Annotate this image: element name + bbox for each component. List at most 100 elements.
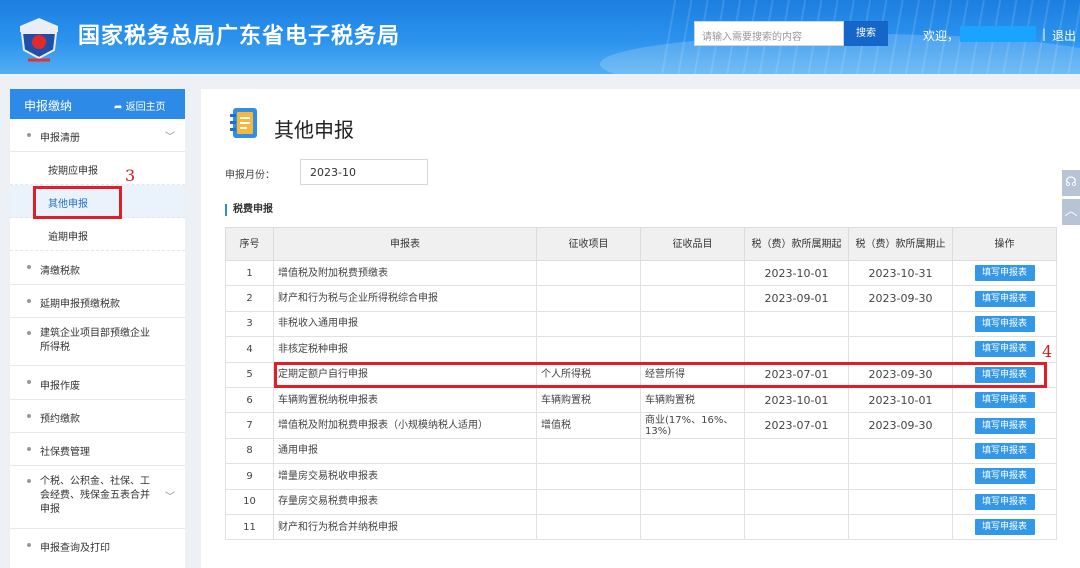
welcome-text: 欢迎， [923, 29, 960, 43]
period-start-cell [744, 513, 849, 541]
action-cell: 填写申报表 [952, 336, 1057, 363]
period-start-cell [744, 463, 849, 490]
column-header: 操作 [952, 227, 1057, 261]
form-name-cell: 通用申报 [273, 437, 537, 465]
sidebar-group-label: 申报作废 [40, 381, 80, 392]
fill-form-button[interactable]: 填写申报表 [974, 519, 1035, 536]
row-number-cell: 2 [225, 285, 274, 312]
period-end-cell [848, 437, 953, 465]
collection-category-cell [640, 437, 745, 465]
month-input[interactable]: 2023-10 [300, 159, 428, 185]
period-start-cell [744, 310, 849, 338]
table-row: 6 车辆购置税纳税申报表 车辆购置税 车辆购置税 2023-10-01 2023-10-0… [225, 386, 1057, 414]
sidebar-group-scheduled-payment[interactable]: 预约缴款 [10, 400, 185, 433]
back-to-top-icon[interactable]: ︿ [1062, 199, 1080, 225]
collection-item-cell [536, 336, 641, 363]
fill-form-button[interactable]: 填写申报表 [974, 341, 1035, 358]
page-title: 其他申报 [274, 118, 354, 142]
collection-item-cell [536, 310, 641, 338]
sidebar-group-label: 清缴税款 [40, 266, 80, 277]
sidebar-item-overdue[interactable]: 逾期申报 [10, 218, 185, 251]
sidebar-group-construction-prepay[interactable]: 建筑企业项目部预缴企业 所得税 [10, 318, 185, 366]
collection-item-cell [536, 488, 641, 515]
fill-form-button[interactable]: 填写申报表 [974, 417, 1035, 434]
action-cell: 填写申报表 [952, 386, 1057, 414]
collection-category-cell [640, 488, 745, 515]
collection-category-cell [640, 310, 745, 338]
bullet-dot-icon [27, 414, 31, 418]
sidebar-group-declaration-list[interactable]: 申报清册 ﹀ [10, 119, 185, 152]
fill-form-button[interactable]: 填写申报表 [974, 290, 1035, 307]
collection-category-cell [640, 259, 745, 287]
label-line: 建筑企业项目部预缴企业 [40, 328, 150, 339]
sidebar-group-label: 建筑企业项目部预缴企业 所得税 [40, 327, 150, 355]
table-row: 2 财产和行为税与企业所得税综合申报 2023-09-01 2023-09-30 填写申… [225, 285, 1057, 312]
table-row: 1 增值税及附加税费预缴表 2023-10-01 2023-10-31 填写申报表 [225, 259, 1057, 287]
logout-link[interactable]: 退出 [1052, 27, 1076, 44]
chevron-down-icon: ﹀ [165, 132, 175, 143]
fill-form-button[interactable]: 填写申报表 [974, 442, 1035, 459]
column-header: 税（费）款所属期起 [744, 227, 849, 261]
column-header: 征收品目 [640, 227, 745, 261]
row-number-cell: 1 [225, 259, 274, 287]
sidebar-group-void[interactable]: 申报作废 [10, 366, 185, 400]
action-cell: 填写申报表 [952, 259, 1057, 287]
bullet-dot-icon [27, 331, 31, 335]
search-button[interactable]: 搜索 [844, 21, 888, 46]
collection-category-cell [640, 285, 745, 312]
collection-category-cell [640, 336, 745, 363]
back-home-link[interactable]: ➦ 返回主页 [114, 98, 166, 113]
form-name-cell: 非核定税种申报 [273, 336, 537, 363]
sidebar-group-tax-clearance[interactable]: 清缴税款 [10, 251, 185, 285]
column-header: 序号 [225, 227, 274, 261]
sidebar-item-periodic[interactable]: 按期应申报 [10, 152, 185, 185]
column-header: 征收项目 [536, 227, 641, 261]
column-header: 申报表 [273, 227, 537, 261]
headset-icon[interactable]: ☊ [1062, 170, 1080, 196]
sidebar-group-deferred[interactable]: 延期申报预缴税款 [10, 285, 185, 318]
sidebar-item-label: 逾期申报 [48, 232, 88, 243]
row-number-cell: 4 [225, 336, 274, 363]
fill-form-button[interactable]: 填写申报表 [974, 493, 1035, 510]
redacted-username [960, 26, 1036, 42]
back-home-label: 返回主页 [125, 102, 166, 113]
fill-form-button[interactable]: 填写申报表 [974, 315, 1035, 332]
label-line: 申报 [40, 504, 60, 515]
sidebar-group-social-security[interactable]: 社保费管理 [10, 433, 185, 466]
collection-category-cell: 车辆购置税 [640, 386, 745, 414]
sidebar-group-five-in-one[interactable]: 个税、公积金、社保、工 会经费、残保金五表合并 申报 ﹀ [10, 466, 185, 529]
bullet-dot-icon [27, 479, 31, 483]
table-row: 3 非税收入通用申报 填写申报表 [225, 310, 1057, 338]
action-cell: 填写申报表 [952, 488, 1057, 515]
collection-item-cell [536, 463, 641, 490]
fill-form-button[interactable]: 填写申报表 [974, 265, 1035, 282]
label-line: 所得税 [40, 342, 70, 353]
period-end-cell [848, 488, 953, 515]
period-end-cell [848, 310, 953, 338]
sidebar-group-label: 延期申报预缴税款 [40, 299, 120, 310]
bullet-dot-icon [27, 543, 31, 547]
action-cell: 填写申报表 [952, 513, 1057, 541]
period-end-cell: 2023-09-30 [848, 285, 953, 312]
row-number-cell: 9 [225, 463, 274, 490]
period-end-cell [848, 463, 953, 490]
row-number-cell: 7 [225, 412, 274, 439]
search-input[interactable]: 请输入需要搜索的内容 [694, 21, 844, 46]
collection-category-cell [640, 513, 745, 541]
table-row: 9 增量房交易税收申报表 填写申报表 [225, 463, 1057, 490]
sidebar-group-query-print[interactable]: 申报查询及打印 [10, 529, 185, 562]
fill-form-button[interactable]: 填写申报表 [974, 468, 1035, 485]
row-number-cell: 3 [225, 310, 274, 338]
annotation-highlight-row [274, 362, 1047, 388]
period-start-cell [744, 437, 849, 465]
table-row: 11 财产和行为税合并纳税申报 填写申报表 [225, 513, 1057, 541]
period-end-cell: 2023-09-30 [848, 412, 953, 439]
tax-bureau-logo-icon [20, 18, 58, 62]
period-start-cell: 2023-10-01 [744, 386, 849, 414]
fill-form-button[interactable]: 填写申报表 [974, 392, 1035, 409]
action-cell: 填写申报表 [952, 463, 1057, 490]
collection-item-cell: 增值税 [536, 412, 641, 439]
form-name-cell: 车辆购置税纳税申报表 [273, 386, 537, 414]
action-cell: 填写申报表 [952, 412, 1057, 439]
collection-category-cell [640, 463, 745, 490]
